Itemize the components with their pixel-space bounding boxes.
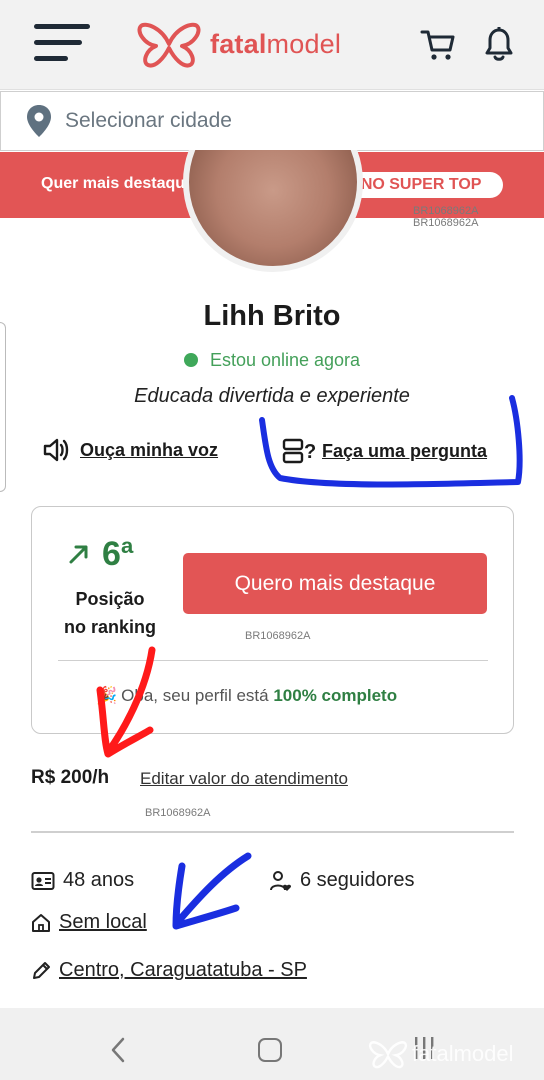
profile-tagline: Educada divertida e experiente [134,385,410,407]
ask-question-text[interactable]: Faça uma pergunta [322,441,487,462]
ranking-position: 6ª [102,535,134,573]
followers-text: 6 seguidores [300,869,415,891]
more-highlight-button[interactable]: Quero mais destaque [183,553,487,614]
home-button-icon[interactable] [258,1038,282,1062]
bell-icon[interactable] [484,26,514,62]
location-type-info[interactable]: Sem local [31,911,147,934]
butterfly-logo-icon [137,22,201,68]
brand-logo[interactable]: fatalmodel [136,18,341,70]
watermark-id: BR1068962A [413,217,479,229]
ranking-card: 6ª Posição no ranking Quero mais destaqu… [31,506,514,734]
city-selector[interactable] [0,91,544,151]
butterfly-watermark-icon [368,1041,408,1069]
divider [58,660,488,661]
watermark-id: BR1068962A [145,807,211,819]
id-card-icon [31,871,55,890]
speaker-icon [43,438,69,462]
blue-arrow [172,852,252,930]
logo-text: fatalmodel [210,28,342,59]
ask-question-link[interactable]: ? Faça uma pergunta [282,436,487,466]
online-dot-icon [183,353,198,367]
home-icon [32,913,50,932]
cart-icon[interactable] [420,26,456,62]
watermark-logo: fatalmodel [368,1038,514,1070]
user-heart-icon [270,870,292,891]
watermark-id: BR1068962A [413,205,479,217]
trending-up-icon [69,545,88,564]
voice-link-text[interactable]: Ouça minha voz [80,440,218,461]
age-text: 48 anos [63,869,135,891]
ranking-label: Posição no ranking [63,589,156,637]
promo-text: Quer mais destaque? [41,175,204,192]
online-status: Estou online agora [0,350,544,371]
menu-icon[interactable] [34,24,90,62]
location-pin-icon [27,105,51,137]
question-icon: ? [282,438,316,464]
location-type-text[interactable]: Sem local [59,911,147,934]
edit-price-link[interactable]: Editar valor do atendimento [140,769,348,789]
voice-link[interactable]: Ouça minha voz [42,436,218,464]
profile-name: Lihh Brito [203,300,341,332]
followers-info[interactable]: 6 seguidores [270,869,415,892]
price: R$ 200/h [31,767,110,788]
avatar[interactable] [183,150,363,272]
svg-text:?: ? [304,441,316,463]
age-info: 48 anos [31,869,134,892]
watermark-text: fatalmodel [412,1041,514,1066]
system-navigation-bar: fatalmodel [0,1008,544,1080]
online-status-text: Estou online agora [209,350,361,370]
address-info[interactable]: Centro, Caraguatatuba - SP [31,959,307,982]
profile-complete-message: 🎉 Oba, seu perfil está 100% completo [96,686,398,705]
divider [31,831,514,833]
party-icon: 🎉 [96,686,118,705]
app-header: fatalmodel [0,0,544,90]
address-text[interactable]: Centro, Caraguatatuba - SP [59,959,307,982]
watermark-id: BR1068962A [245,630,311,642]
pencil-icon [33,961,50,979]
city-input[interactable] [65,109,505,133]
back-icon[interactable] [108,1036,128,1064]
